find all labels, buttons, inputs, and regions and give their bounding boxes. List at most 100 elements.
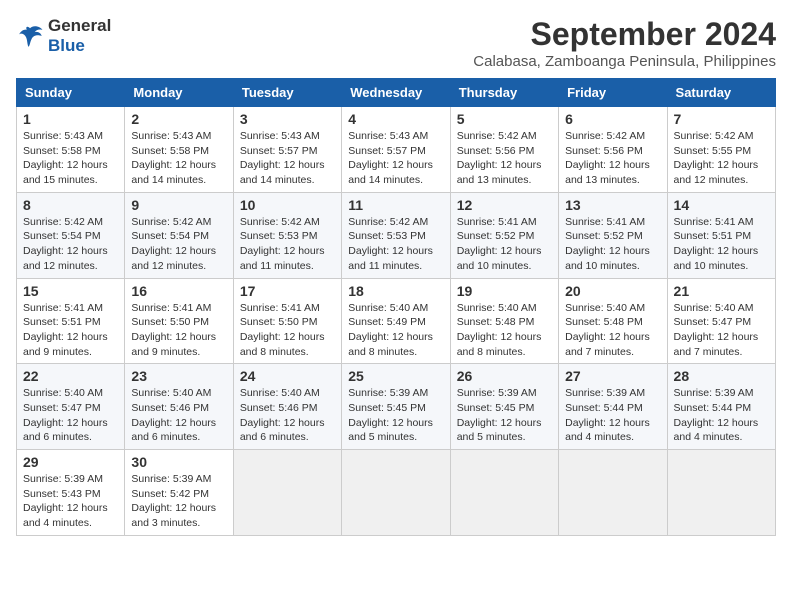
calendar-cell: 10 Sunrise: 5:42 AMSunset: 5:53 PMDaylig… — [233, 192, 341, 278]
day-info: Sunrise: 5:43 AMSunset: 5:57 PMDaylight:… — [240, 130, 325, 186]
day-info: Sunrise: 5:40 AMSunset: 5:49 PMDaylight:… — [348, 302, 433, 358]
calendar-cell: 7 Sunrise: 5:42 AMSunset: 5:55 PMDayligh… — [667, 107, 775, 193]
calendar-cell: 3 Sunrise: 5:43 AMSunset: 5:57 PMDayligh… — [233, 107, 341, 193]
day-number: 2 — [131, 111, 226, 127]
month-title: September 2024 — [473, 16, 776, 53]
weekday-header-row: SundayMondayTuesdayWednesdayThursdayFrid… — [17, 79, 776, 107]
day-number: 9 — [131, 197, 226, 213]
day-number: 28 — [674, 368, 769, 384]
day-info: Sunrise: 5:39 AMSunset: 5:44 PMDaylight:… — [674, 387, 759, 443]
day-number: 7 — [674, 111, 769, 127]
day-info: Sunrise: 5:42 AMSunset: 5:55 PMDaylight:… — [674, 130, 759, 186]
page-header: General Blue September 2024 Calabasa, Za… — [16, 16, 776, 70]
day-number: 16 — [131, 283, 226, 299]
calendar-cell: 13 Sunrise: 5:41 AMSunset: 5:52 PMDaylig… — [559, 192, 667, 278]
calendar-cell: 9 Sunrise: 5:42 AMSunset: 5:54 PMDayligh… — [125, 192, 233, 278]
day-info: Sunrise: 5:41 AMSunset: 5:52 PMDaylight:… — [565, 216, 650, 272]
weekday-header-monday: Monday — [125, 79, 233, 107]
day-number: 26 — [457, 368, 552, 384]
calendar-cell — [667, 450, 775, 536]
day-number: 18 — [348, 283, 443, 299]
calendar-cell: 29 Sunrise: 5:39 AMSunset: 5:43 PMDaylig… — [17, 450, 125, 536]
logo-icon — [16, 22, 44, 50]
calendar-cell: 19 Sunrise: 5:40 AMSunset: 5:48 PMDaylig… — [450, 278, 558, 364]
week-row-3: 15 Sunrise: 5:41 AMSunset: 5:51 PMDaylig… — [17, 278, 776, 364]
day-info: Sunrise: 5:42 AMSunset: 5:53 PMDaylight:… — [348, 216, 433, 272]
calendar-cell: 12 Sunrise: 5:41 AMSunset: 5:52 PMDaylig… — [450, 192, 558, 278]
day-number: 23 — [131, 368, 226, 384]
day-info: Sunrise: 5:42 AMSunset: 5:54 PMDaylight:… — [23, 216, 108, 272]
calendar-cell: 28 Sunrise: 5:39 AMSunset: 5:44 PMDaylig… — [667, 364, 775, 450]
calendar-cell: 4 Sunrise: 5:43 AMSunset: 5:57 PMDayligh… — [342, 107, 450, 193]
day-number: 15 — [23, 283, 118, 299]
calendar-cell: 18 Sunrise: 5:40 AMSunset: 5:49 PMDaylig… — [342, 278, 450, 364]
calendar-cell: 20 Sunrise: 5:40 AMSunset: 5:48 PMDaylig… — [559, 278, 667, 364]
day-info: Sunrise: 5:41 AMSunset: 5:52 PMDaylight:… — [457, 216, 542, 272]
calendar-cell: 14 Sunrise: 5:41 AMSunset: 5:51 PMDaylig… — [667, 192, 775, 278]
weekday-header-tuesday: Tuesday — [233, 79, 341, 107]
day-info: Sunrise: 5:40 AMSunset: 5:47 PMDaylight:… — [23, 387, 108, 443]
day-info: Sunrise: 5:41 AMSunset: 5:51 PMDaylight:… — [23, 302, 108, 358]
day-info: Sunrise: 5:42 AMSunset: 5:54 PMDaylight:… — [131, 216, 216, 272]
week-row-1: 1 Sunrise: 5:43 AMSunset: 5:58 PMDayligh… — [17, 107, 776, 193]
calendar-cell: 25 Sunrise: 5:39 AMSunset: 5:45 PMDaylig… — [342, 364, 450, 450]
day-number: 5 — [457, 111, 552, 127]
day-info: Sunrise: 5:42 AMSunset: 5:56 PMDaylight:… — [565, 130, 650, 186]
calendar-cell — [450, 450, 558, 536]
calendar-cell: 24 Sunrise: 5:40 AMSunset: 5:46 PMDaylig… — [233, 364, 341, 450]
day-number: 6 — [565, 111, 660, 127]
weekday-header-thursday: Thursday — [450, 79, 558, 107]
calendar-cell: 5 Sunrise: 5:42 AMSunset: 5:56 PMDayligh… — [450, 107, 558, 193]
day-info: Sunrise: 5:39 AMSunset: 5:42 PMDaylight:… — [131, 473, 216, 529]
day-number: 21 — [674, 283, 769, 299]
calendar-table: SundayMondayTuesdayWednesdayThursdayFrid… — [16, 78, 776, 536]
day-number: 17 — [240, 283, 335, 299]
calendar-cell — [233, 450, 341, 536]
day-info: Sunrise: 5:39 AMSunset: 5:43 PMDaylight:… — [23, 473, 108, 529]
weekday-header-sunday: Sunday — [17, 79, 125, 107]
weekday-header-friday: Friday — [559, 79, 667, 107]
day-number: 4 — [348, 111, 443, 127]
day-number: 12 — [457, 197, 552, 213]
logo-text-line2: Blue — [48, 36, 111, 56]
calendar-cell: 15 Sunrise: 5:41 AMSunset: 5:51 PMDaylig… — [17, 278, 125, 364]
day-info: Sunrise: 5:40 AMSunset: 5:48 PMDaylight:… — [565, 302, 650, 358]
day-info: Sunrise: 5:40 AMSunset: 5:46 PMDaylight:… — [131, 387, 216, 443]
day-number: 25 — [348, 368, 443, 384]
calendar-cell: 2 Sunrise: 5:43 AMSunset: 5:58 PMDayligh… — [125, 107, 233, 193]
calendar-cell: 1 Sunrise: 5:43 AMSunset: 5:58 PMDayligh… — [17, 107, 125, 193]
day-number: 20 — [565, 283, 660, 299]
day-info: Sunrise: 5:40 AMSunset: 5:48 PMDaylight:… — [457, 302, 542, 358]
day-info: Sunrise: 5:42 AMSunset: 5:56 PMDaylight:… — [457, 130, 542, 186]
calendar-cell: 22 Sunrise: 5:40 AMSunset: 5:47 PMDaylig… — [17, 364, 125, 450]
logo: General Blue — [16, 16, 111, 57]
day-number: 11 — [348, 197, 443, 213]
calendar-cell: 21 Sunrise: 5:40 AMSunset: 5:47 PMDaylig… — [667, 278, 775, 364]
day-number: 8 — [23, 197, 118, 213]
day-info: Sunrise: 5:42 AMSunset: 5:53 PMDaylight:… — [240, 216, 325, 272]
week-row-5: 29 Sunrise: 5:39 AMSunset: 5:43 PMDaylig… — [17, 450, 776, 536]
calendar-cell: 17 Sunrise: 5:41 AMSunset: 5:50 PMDaylig… — [233, 278, 341, 364]
calendar-cell: 8 Sunrise: 5:42 AMSunset: 5:54 PMDayligh… — [17, 192, 125, 278]
day-number: 13 — [565, 197, 660, 213]
day-info: Sunrise: 5:39 AMSunset: 5:44 PMDaylight:… — [565, 387, 650, 443]
calendar-cell: 11 Sunrise: 5:42 AMSunset: 5:53 PMDaylig… — [342, 192, 450, 278]
calendar-cell: 23 Sunrise: 5:40 AMSunset: 5:46 PMDaylig… — [125, 364, 233, 450]
day-number: 27 — [565, 368, 660, 384]
day-number: 14 — [674, 197, 769, 213]
day-number: 30 — [131, 454, 226, 470]
day-number: 22 — [23, 368, 118, 384]
day-number: 29 — [23, 454, 118, 470]
day-info: Sunrise: 5:43 AMSunset: 5:58 PMDaylight:… — [23, 130, 108, 186]
day-info: Sunrise: 5:39 AMSunset: 5:45 PMDaylight:… — [457, 387, 542, 443]
day-info: Sunrise: 5:40 AMSunset: 5:46 PMDaylight:… — [240, 387, 325, 443]
day-info: Sunrise: 5:43 AMSunset: 5:58 PMDaylight:… — [131, 130, 216, 186]
calendar-cell — [559, 450, 667, 536]
day-number: 10 — [240, 197, 335, 213]
title-block: September 2024 Calabasa, Zamboanga Penin… — [473, 16, 776, 70]
logo-text-line1: General — [48, 16, 111, 36]
day-info: Sunrise: 5:41 AMSunset: 5:51 PMDaylight:… — [674, 216, 759, 272]
day-info: Sunrise: 5:41 AMSunset: 5:50 PMDaylight:… — [131, 302, 216, 358]
calendar-cell: 26 Sunrise: 5:39 AMSunset: 5:45 PMDaylig… — [450, 364, 558, 450]
calendar-cell — [342, 450, 450, 536]
